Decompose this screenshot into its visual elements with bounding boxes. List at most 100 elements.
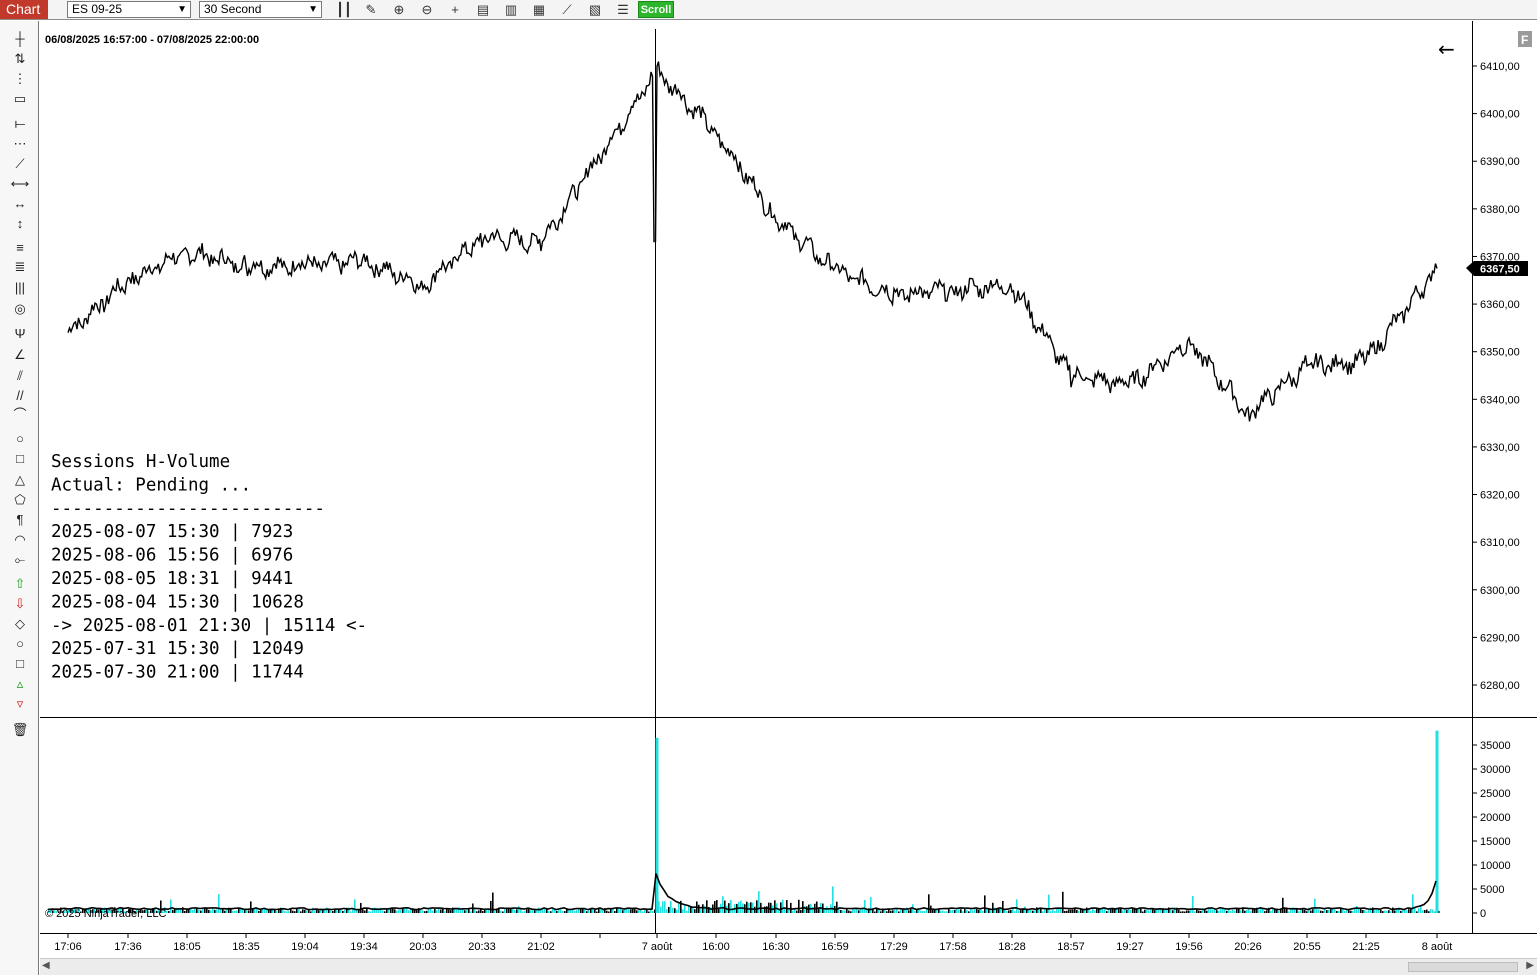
volume-bar <box>890 910 892 913</box>
triangle-down-icon[interactable]: ▿ <box>9 695 31 713</box>
remove-all-icon[interactable]: 🗑 <box>9 721 31 739</box>
scroll-left-icon[interactable]: ◀ <box>42 960 50 971</box>
volume-bar <box>1042 911 1044 913</box>
volume-bar <box>276 911 278 913</box>
volume-bar <box>314 910 316 913</box>
volume-bar <box>1432 909 1434 913</box>
volume-bar <box>1258 909 1260 913</box>
horizontal-line-icon[interactable]: ↔ <box>9 195 31 213</box>
note-line: -------------------------- <box>51 499 325 519</box>
volume-bar <box>1192 895 1194 913</box>
volume-bar <box>1272 908 1274 913</box>
triangle-up-icon[interactable]: ▵ <box>9 675 31 693</box>
volume-bar <box>184 910 186 913</box>
extended-line-icon[interactable]: ⟋ <box>9 155 31 173</box>
volume-bar <box>968 911 970 913</box>
bars-icon[interactable]: ┃┃ <box>333 1 355 18</box>
volume-bar <box>964 909 966 913</box>
zoom-out-icon[interactable]: ⊖ <box>416 1 438 18</box>
arrow-up-icon[interactable]: ⇧ <box>9 575 31 593</box>
fib-circle-icon[interactable]: ◎ <box>9 300 31 318</box>
andrews-pitchfork-icon[interactable]: Ψ <box>9 325 31 343</box>
chevron-down-icon: ▼ <box>177 4 187 15</box>
diamond-icon[interactable]: ◇ <box>9 615 31 633</box>
volume-bar <box>546 909 548 913</box>
dot-icon[interactable]: ○ <box>9 635 31 653</box>
volume-bar <box>922 910 924 913</box>
fib-extension-icon[interactable]: ≣ <box>9 258 31 276</box>
ellipse-icon[interactable]: ○ <box>9 430 31 448</box>
volume-bar <box>746 901 748 913</box>
panel-menu-icon[interactable]: F <box>1518 31 1532 47</box>
volume-bar <box>440 909 442 913</box>
triangle-icon[interactable]: △ <box>9 471 31 489</box>
volume-bar <box>524 910 526 913</box>
volume-bar <box>1416 911 1418 913</box>
scrollbar-thumb[interactable] <box>1408 962 1518 972</box>
volume-bar <box>1148 910 1150 913</box>
volume-bar <box>594 909 596 913</box>
time-cycles-icon[interactable]: ⌒ <box>9 406 31 424</box>
rectangle-icon[interactable]: □ <box>9 450 31 468</box>
volume-bar <box>674 908 676 913</box>
note-line: 2025-08-06 15:56 | 6976 <box>51 546 293 566</box>
arrow-line-icon[interactable]: ⟷ <box>9 175 31 193</box>
back-arrow-icon[interactable]: ← <box>1438 37 1455 61</box>
volume-bar <box>460 909 462 913</box>
line-icon[interactable]: ⟝ <box>9 115 31 133</box>
volume-spike-bar <box>1435 730 1439 913</box>
volume-bar <box>920 910 922 913</box>
volume-bar <box>1068 909 1070 913</box>
fib-retracement-icon[interactable]: ≡ <box>9 239 31 257</box>
vertical-line-icon[interactable]: ↕ <box>9 215 31 233</box>
chart-tab[interactable]: Chart <box>0 0 48 19</box>
instrument-select[interactable]: ES 09-25 ▼ <box>67 1 191 18</box>
volume-bar <box>926 909 928 913</box>
price-panel[interactable] <box>40 21 1472 717</box>
strategies-icon[interactable]: ⟋ <box>556 1 578 18</box>
volume-bar <box>210 910 212 913</box>
square-icon[interactable]: □ <box>9 655 31 673</box>
region-highlight-icon[interactable]: ▭ <box>9 90 31 108</box>
volume-bar <box>924 911 926 913</box>
crosshair-icon[interactable]: + <box>444 1 466 18</box>
note-line: 2025-08-05 18:31 | 9441 <box>51 569 293 589</box>
text-icon[interactable]: ¶ <box>9 511 31 529</box>
volume-bar <box>1032 910 1034 913</box>
indicators-icon[interactable]: ▦ <box>528 1 550 18</box>
volume-bar <box>1106 911 1108 913</box>
chart-canvas[interactable]: 06/08/2025 16:57:00 - 07/08/2025 22:00:0… <box>40 21 1537 958</box>
risk-reward-icon[interactable]: ⇅ <box>9 50 31 68</box>
volume-bar <box>1150 909 1152 913</box>
polygon-icon[interactable]: ⬠ <box>9 491 31 509</box>
scroll-right-icon[interactable]: ▶ <box>1526 960 1534 971</box>
properties-icon[interactable]: ▧ <box>584 1 606 18</box>
interval-select[interactable]: 30 Second ▼ <box>199 1 322 18</box>
volume-bar <box>436 910 438 913</box>
volume-bar <box>1094 910 1096 913</box>
volume-bar <box>1410 908 1412 913</box>
volume-bar <box>1380 909 1382 913</box>
zoom-in-icon[interactable]: ⊕ <box>388 1 410 18</box>
volume-bar <box>362 909 364 913</box>
templates-icon[interactable]: ▥ <box>500 1 522 18</box>
svg-text:F: F <box>1521 33 1528 47</box>
data-box-icon[interactable]: ▤ <box>472 1 494 18</box>
time-tick-label: 16:59 <box>821 941 849 953</box>
gann-fan-icon[interactable]: ∠ <box>9 346 31 364</box>
trend-channel-icon[interactable]: // <box>9 387 31 405</box>
regression-channel-icon[interactable]: ⫽ <box>9 367 31 385</box>
horizontal-scrollbar[interactable]: ◀ ▶ <box>40 958 1537 975</box>
path-icon[interactable]: ⟜ <box>9 551 31 569</box>
volume-bar <box>1198 910 1200 913</box>
current-price-marker: 6367,50 <box>1466 261 1528 276</box>
fib-time-icon[interactable]: ||| <box>9 279 31 297</box>
arc-icon[interactable]: ◠ <box>9 531 31 549</box>
ray-icon[interactable]: ⋯ <box>9 135 31 153</box>
ruler-icon[interactable]: ┼ <box>9 30 31 48</box>
arrow-down-icon[interactable]: ⇩ <box>9 595 31 613</box>
region-icon[interactable]: ⋮ <box>9 70 31 88</box>
pencil-icon[interactable]: ✎ <box>360 1 382 18</box>
scroll-button[interactable]: Scroll <box>638 1 674 18</box>
object-list-icon[interactable]: ☰ <box>612 1 634 18</box>
